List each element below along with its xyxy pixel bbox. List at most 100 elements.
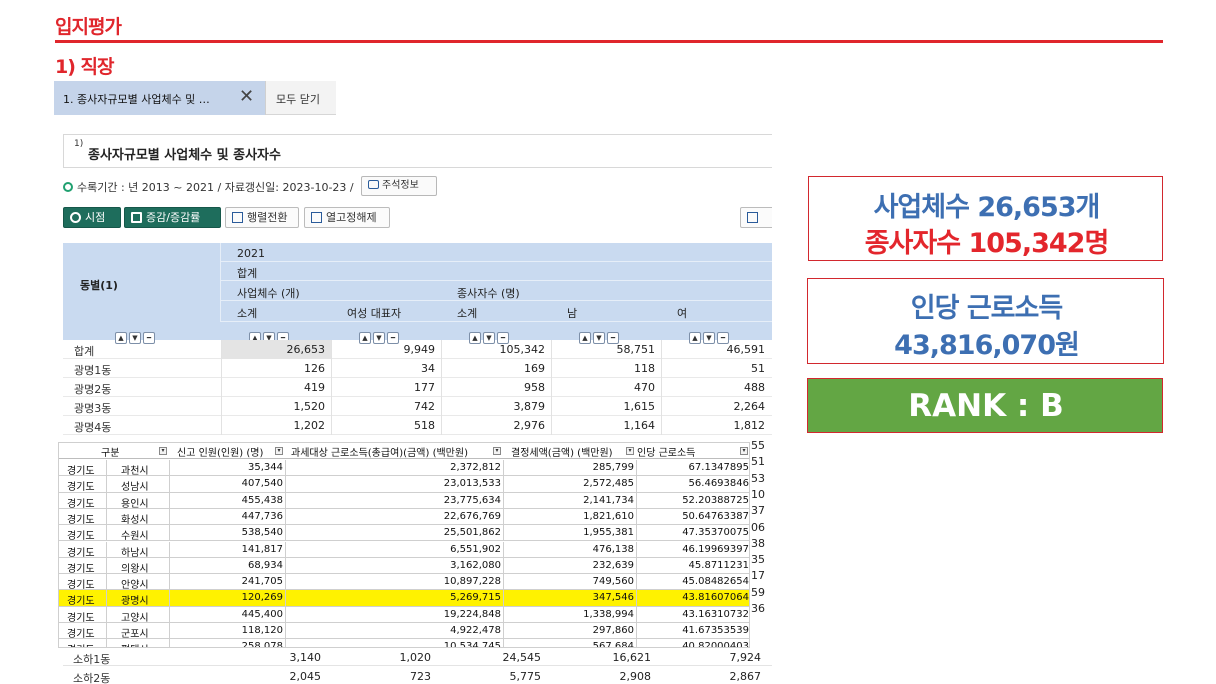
close-icon[interactable]: ✕ xyxy=(239,86,254,107)
excel-province[interactable]: 경기도 xyxy=(67,576,105,591)
excel-people[interactable]: 445,400 xyxy=(179,609,283,620)
excel-city[interactable]: 용인시 xyxy=(121,495,167,510)
cell-value[interactable]: 177 xyxy=(335,381,435,394)
excel-tax[interactable]: 347,546 xyxy=(509,592,634,603)
excel-city[interactable]: 평택시 xyxy=(121,641,167,647)
excel-income[interactable]: 5,269,715 xyxy=(299,592,501,603)
cell-value[interactable]: 419 xyxy=(225,381,325,394)
cell-value[interactable]: 5,775 xyxy=(441,670,542,683)
excel-tax[interactable]: 297,860 xyxy=(509,625,634,636)
excel-per-capita[interactable]: 45.8711231 xyxy=(637,560,749,571)
excel-people[interactable]: 447,736 xyxy=(179,511,283,522)
unfreeze-button[interactable]: 열고정해제 xyxy=(304,207,390,228)
cell-value[interactable]: 46,591 xyxy=(665,343,766,356)
excel-people[interactable]: 118,120 xyxy=(179,625,283,636)
cell-value[interactable]: 2,976 xyxy=(445,419,546,432)
filter-icon[interactable]: ▾ xyxy=(159,447,167,455)
cell-value[interactable]: 2,867 xyxy=(661,670,762,683)
cell-value[interactable]: 470 xyxy=(555,381,655,394)
excel-province[interactable]: 경기도 xyxy=(67,544,105,559)
excel-province[interactable]: 경기도 xyxy=(67,478,105,493)
excel-income[interactable]: 6,551,902 xyxy=(299,544,501,555)
excel-province[interactable]: 경기도 xyxy=(67,641,105,647)
cell-value[interactable]: 2,045 xyxy=(221,670,322,683)
excel-people[interactable]: 407,540 xyxy=(179,478,283,489)
cell-value[interactable]: 34 xyxy=(335,362,435,375)
excel-per-capita[interactable]: 46.19969397 xyxy=(637,544,749,555)
cell-value[interactable]: 3,879 xyxy=(445,400,546,413)
cell-value[interactable]: 742 xyxy=(335,400,435,413)
excel-per-capita[interactable]: 41.67353539 xyxy=(637,625,749,636)
cell-value[interactable]: 2,264 xyxy=(665,400,766,413)
excel-province[interactable]: 경기도 xyxy=(67,609,105,624)
cell-value[interactable]: 958 xyxy=(445,381,545,394)
excel-people[interactable]: 241,705 xyxy=(179,576,283,587)
excel-city[interactable]: 광명시 xyxy=(121,592,167,607)
excel-tax[interactable]: 232,639 xyxy=(509,560,634,571)
excel-province[interactable]: 경기도 xyxy=(67,560,105,575)
tab-active[interactable]: 1. 종사자규모별 사업체수 및 … ✕ xyxy=(54,81,266,115)
cell-value[interactable]: 26,653 xyxy=(225,343,326,356)
cell-value[interactable]: 1,615 xyxy=(555,400,656,413)
close-all-button[interactable]: 모두 닫기 xyxy=(276,91,320,107)
cell-value[interactable]: 16,621 xyxy=(551,651,652,664)
excel-income[interactable]: 10,897,228 xyxy=(299,576,501,587)
cell-value[interactable]: 2,908 xyxy=(551,670,652,683)
cell-value[interactable]: 7,924 xyxy=(661,651,762,664)
change-rate-button[interactable]: 증감/증감률 xyxy=(124,207,221,228)
excel-income[interactable]: 2,372,812 xyxy=(299,462,501,473)
cell-value[interactable]: 1,520 xyxy=(225,400,326,413)
note-info-button[interactable]: 주석정보 xyxy=(361,176,437,196)
excel-tax[interactable]: 285,799 xyxy=(509,462,634,473)
excel-per-capita[interactable]: 56.4693846 xyxy=(637,478,749,489)
excel-per-capita[interactable]: 50.64763387 xyxy=(637,511,749,522)
excel-people[interactable]: 141,817 xyxy=(179,544,283,555)
filter-icon[interactable]: ▾ xyxy=(626,447,634,455)
excel-per-capita[interactable]: 67.1347895 xyxy=(637,462,749,473)
excel-province[interactable]: 경기도 xyxy=(67,625,105,640)
excel-province[interactable]: 경기도 xyxy=(67,511,105,526)
excel-tax[interactable]: 1,338,994 xyxy=(509,609,634,620)
cell-value[interactable]: 3,140 xyxy=(221,651,322,664)
excel-income[interactable]: 4,922,478 xyxy=(299,625,501,636)
export-button[interactable] xyxy=(740,207,772,228)
cell-value[interactable]: 518 xyxy=(335,419,435,432)
excel-per-capita[interactable]: 45.08482654 xyxy=(637,576,749,587)
excel-province[interactable]: 경기도 xyxy=(67,592,105,607)
excel-income[interactable]: 25,501,862 xyxy=(299,527,501,538)
excel-city[interactable]: 안양시 xyxy=(121,576,167,591)
cell-value[interactable]: 1,164 xyxy=(555,419,656,432)
cell-value[interactable]: 126 xyxy=(225,362,325,375)
excel-tax[interactable]: 476,138 xyxy=(509,544,634,555)
excel-tax[interactable]: 749,560 xyxy=(509,576,634,587)
filter-icon[interactable]: ▾ xyxy=(275,447,283,455)
cell-value[interactable]: 118 xyxy=(555,362,655,375)
excel-tax[interactable]: 2,141,734 xyxy=(509,495,634,506)
excel-city[interactable]: 하남시 xyxy=(121,544,167,559)
cell-value[interactable]: 1,020 xyxy=(331,651,432,664)
excel-city[interactable]: 성남시 xyxy=(121,478,167,493)
excel-city[interactable]: 과천시 xyxy=(121,462,167,477)
excel-province[interactable]: 경기도 xyxy=(67,495,105,510)
excel-city[interactable]: 고양시 xyxy=(121,609,167,624)
excel-income[interactable]: 23,775,634 xyxy=(299,495,501,506)
transpose-button[interactable]: 행렬전환 xyxy=(225,207,299,228)
cell-value[interactable]: 1,202 xyxy=(225,419,326,432)
excel-tax[interactable]: 1,955,381 xyxy=(509,527,634,538)
excel-city[interactable]: 군포시 xyxy=(121,625,167,640)
cell-value[interactable]: 169 xyxy=(445,362,545,375)
excel-province[interactable]: 경기도 xyxy=(67,462,105,477)
excel-city[interactable]: 화성시 xyxy=(121,511,167,526)
cell-value[interactable]: 105,342 xyxy=(445,343,546,356)
excel-income[interactable]: 23,013,533 xyxy=(299,478,501,489)
excel-per-capita[interactable]: 47.35370075 xyxy=(637,527,749,538)
excel-province[interactable]: 경기도 xyxy=(67,527,105,542)
filter-icon[interactable]: ▾ xyxy=(493,447,501,455)
excel-city[interactable]: 의왕시 xyxy=(121,560,167,575)
cell-value[interactable]: 1,812 xyxy=(665,419,766,432)
excel-people[interactable]: 68,934 xyxy=(179,560,283,571)
excel-income[interactable]: 10,534,745 xyxy=(299,641,501,647)
excel-people[interactable]: 455,438 xyxy=(179,495,283,506)
excel-per-capita[interactable]: 43.16310732 xyxy=(637,609,749,620)
excel-people[interactable]: 258,078 xyxy=(179,641,283,647)
